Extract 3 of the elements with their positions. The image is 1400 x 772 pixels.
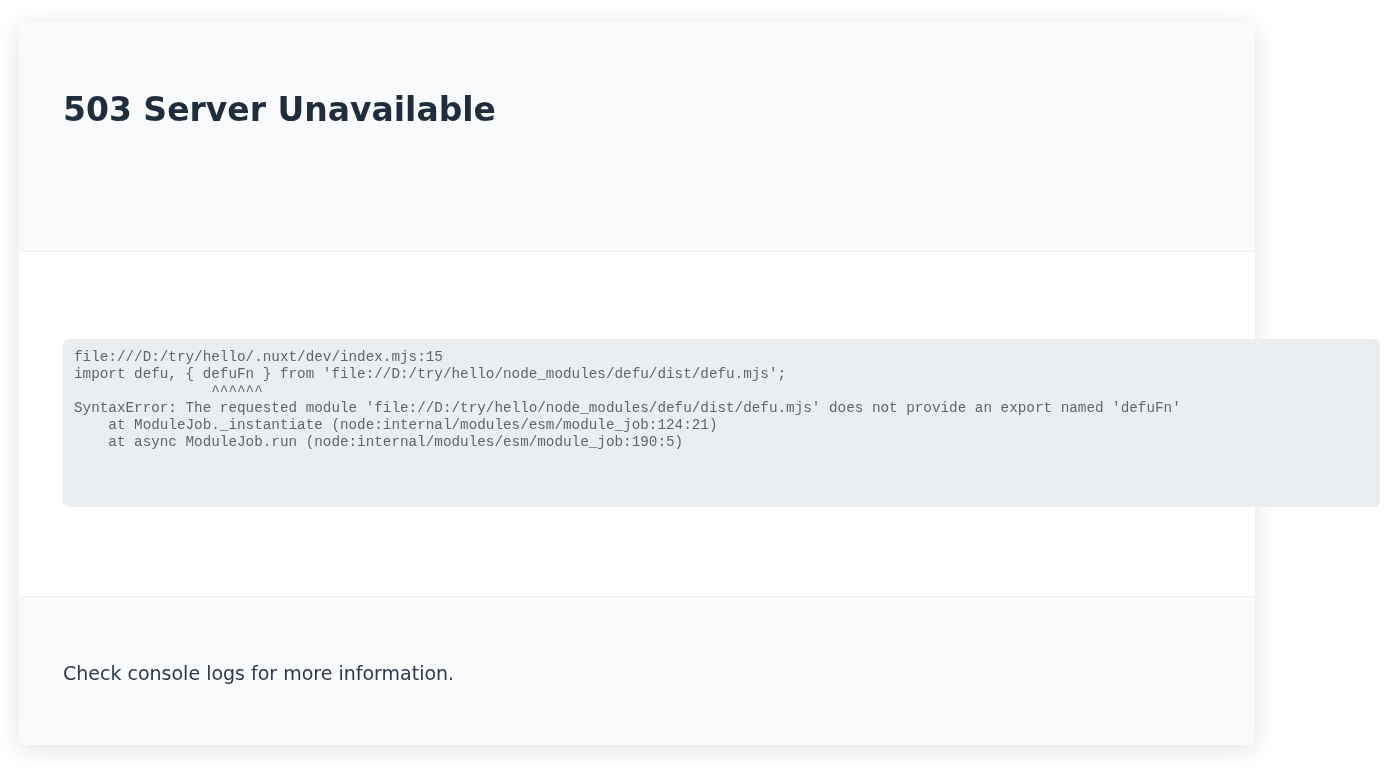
footer-message: Check console logs for more information.: [63, 661, 455, 686]
error-stack-trace: file:///D:/try/hello/.nuxt/dev/index.mjs:15 import defu, { defuFn } from 'file://D:/try/hello/node_modules/defu/dist/defu.mjs'; ^^^^^^ SyntaxError: The requested module 'file://D:/try/hello/node_modules/defu/dist/defu.mjs' does not provide an export named 'defuFn' at ModuleJob._instantiate (node:internal/modules/esm/module_job:124:21) at async ModuleJob.run (node:internal/modules/esm/module_job:190:5): [63, 339, 1380, 507]
page-title: 503 Server Unavailable: [63, 89, 496, 131]
